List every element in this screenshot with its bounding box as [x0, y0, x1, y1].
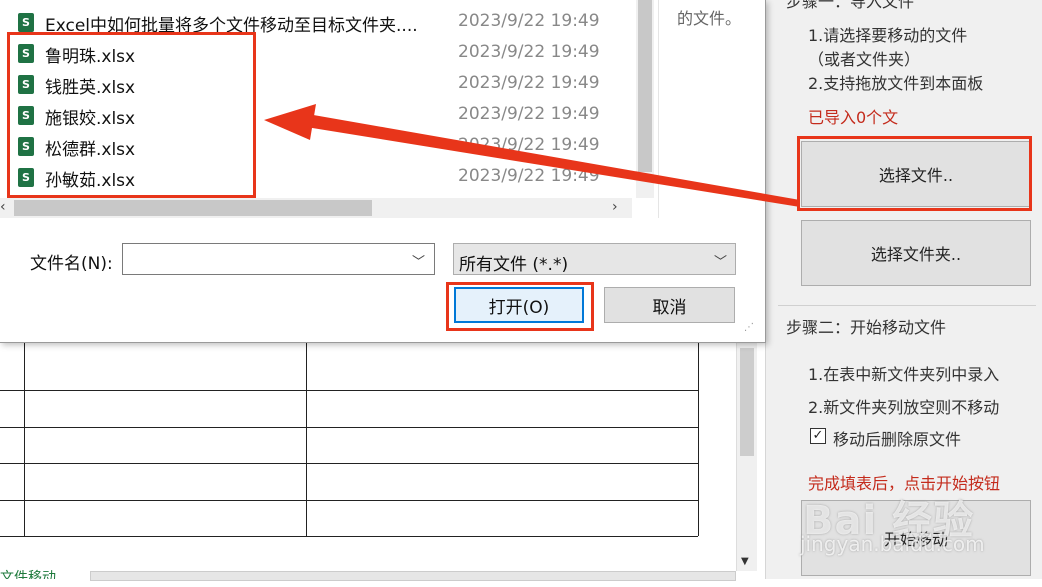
step2-instruction-1: 1.在表中新文件夹列中录入 — [808, 365, 1000, 384]
filename-label: 文件名(N): — [30, 254, 113, 274]
divider — [778, 305, 1036, 306]
file-date: 2023/9/22 19:49 — [458, 104, 600, 124]
file-name: 松德群.xlsx — [45, 140, 136, 160]
filename-input[interactable] — [122, 243, 435, 275]
excel-file-icon: S — [18, 137, 34, 156]
sheet-vertical-scrollbar[interactable]: ▼ — [736, 342, 757, 571]
excel-file-icon: S — [18, 168, 34, 187]
file-list[interactable]: S Excel中如何批量将多个文件移动至目标文件夹.... 2023/9/22 … — [0, 0, 655, 198]
open-button[interactable]: 打开(O) — [454, 287, 584, 323]
scrollbar-thumb[interactable] — [740, 348, 754, 456]
step1-instruction-3: 2.支持拖放文件到本面板 — [808, 74, 984, 93]
file-date: 2023/9/22 19:49 — [458, 73, 600, 93]
chevron-down-icon: ﹀ — [713, 255, 727, 270]
scrollbar-thumb[interactable] — [14, 200, 372, 216]
scroll-left-icon[interactable]: ‹ — [0, 199, 6, 215]
file-row[interactable]: S 松德群.xlsx 2023/9/22 19:49 — [18, 131, 648, 161]
delete-original-label[interactable]: 移动后删除原文件 — [833, 426, 961, 450]
file-row[interactable]: S 孙敏茹.xlsx 2023/9/22 19:49 — [18, 162, 648, 192]
resize-grip-icon[interactable]: ⋰ — [744, 322, 754, 333]
grid-line — [0, 390, 698, 391]
scroll-right-icon[interactable]: › — [612, 199, 618, 215]
file-name: 鲁明珠.xlsx — [45, 47, 136, 67]
grid-line — [698, 342, 699, 536]
grid-line — [0, 463, 698, 464]
imported-status: 已导入0个文 — [808, 108, 899, 127]
grid-line — [0, 427, 698, 428]
scroll-down-icon[interactable]: ▼ — [741, 556, 749, 567]
chevron-down-icon[interactable]: ﹀ — [412, 251, 425, 270]
cancel-button[interactable]: 取消 — [604, 287, 735, 323]
excel-file-icon: S — [18, 75, 34, 94]
grid-line — [24, 342, 25, 536]
filetype-select[interactable]: 所有文件 (*.*) ﹀ — [453, 243, 736, 275]
sheet-tab[interactable]: 文件移动 — [0, 567, 56, 579]
file-list-vertical-scrollbar[interactable] — [636, 0, 654, 198]
file-row[interactable]: S 施银姣.xlsx 2023/9/22 19:49 — [18, 100, 648, 130]
excel-file-icon: S — [18, 13, 34, 32]
file-date: 2023/9/22 19:49 — [458, 135, 600, 155]
file-name: 钱胜英.xlsx — [45, 78, 136, 98]
step1-instruction-1: 1.请选择要移动的文件 — [808, 26, 968, 45]
file-row[interactable]: S 鲁明珠.xlsx 2023/9/22 19:49 — [18, 38, 648, 68]
preview-pane: 的文件。 — [658, 0, 765, 218]
file-row[interactable]: S Excel中如何批量将多个文件移动至目标文件夹.... 2023/9/22 … — [18, 7, 648, 37]
preview-text: 的文件。 — [677, 9, 742, 28]
file-date: 2023/9/22 19:49 — [458, 42, 600, 62]
filetype-value: 所有文件 (*.*) — [459, 255, 569, 275]
step2-instruction-2: 2.新文件夹列放空则不移动 — [808, 398, 1000, 417]
file-name: 施银姣.xlsx — [45, 109, 136, 129]
delete-original-checkbox[interactable]: ✓ — [810, 428, 826, 444]
step1-title: 步骤一：导入文件 — [786, 0, 915, 11]
grid-line — [0, 536, 698, 537]
watermark-url: jingyan.baidu.com — [800, 532, 985, 556]
excel-file-icon: S — [18, 44, 34, 63]
file-date: 2023/9/22 19:49 — [458, 166, 600, 186]
step1-instruction-2: （或者文件夹） — [808, 50, 921, 69]
file-date: 2023/9/22 19:49 — [458, 11, 600, 31]
file-list-horizontal-scrollbar[interactable]: ‹ › — [0, 198, 632, 218]
grid-line — [0, 500, 698, 501]
sheet-horizontal-scrollbar[interactable] — [90, 571, 736, 581]
scrollbar-thumb[interactable] — [638, 0, 652, 172]
select-folder-button[interactable]: 选择文件夹.. — [801, 220, 1031, 286]
grid-line — [306, 342, 307, 536]
select-files-button[interactable]: 选择文件.. — [801, 141, 1031, 207]
file-row[interactable]: S 钱胜英.xlsx 2023/9/22 19:49 — [18, 69, 648, 99]
step2-title: 步骤二：开始移动文件 — [786, 318, 947, 337]
excel-file-icon: S — [18, 106, 34, 125]
file-open-dialog: S Excel中如何批量将多个文件移动至目标文件夹.... 2023/9/22 … — [0, 0, 766, 343]
file-name: Excel中如何批量将多个文件移动至目标文件夹.... — [45, 16, 418, 36]
file-name: 孙敏茹.xlsx — [45, 171, 136, 191]
